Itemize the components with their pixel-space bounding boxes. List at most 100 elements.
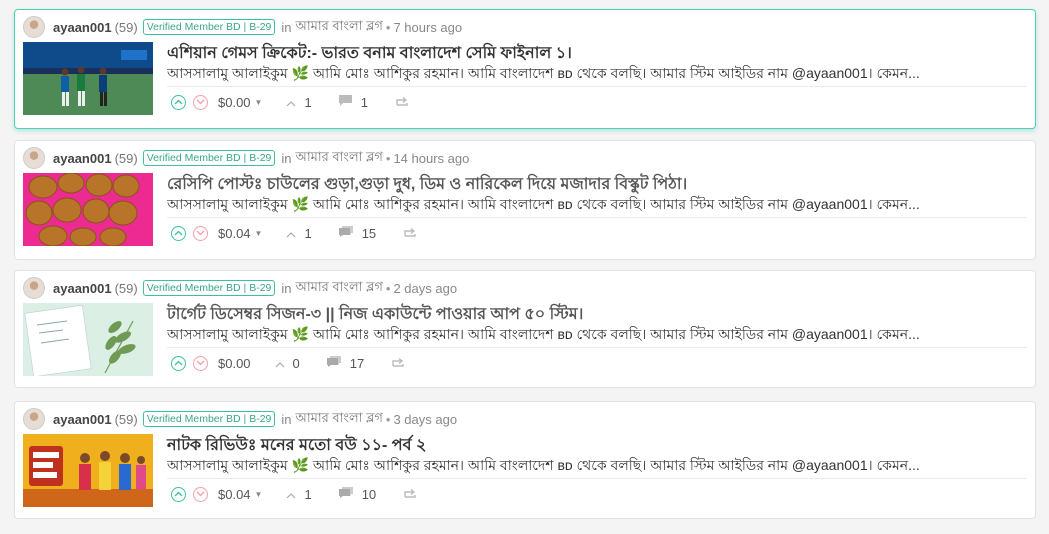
votes-chevron-icon [275, 356, 285, 371]
caret-down-icon[interactable]: ▼ [255, 98, 263, 107]
avatar[interactable] [23, 147, 45, 169]
post-footer: $0.04 ▼ 1 10 [171, 484, 417, 504]
separator-dot: • [385, 150, 391, 166]
downvote-button[interactable] [193, 486, 208, 502]
comment-count[interactable]: 10 [362, 487, 376, 502]
avatar[interactable] [23, 408, 45, 430]
payout-value[interactable]: $0.00 [218, 356, 251, 371]
post-thumbnail[interactable] [23, 303, 153, 376]
post-header: ayaan001 (59) Verified Member BD | B-29 … [23, 146, 469, 170]
comments-icon[interactable] [338, 486, 354, 502]
post-timestamp[interactable]: 7 hours ago [393, 20, 462, 35]
author-reputation: (59) [114, 150, 138, 166]
separator-dot: • [385, 411, 391, 427]
votes-chevron-icon [286, 95, 296, 110]
post-timestamp[interactable]: 3 days ago [393, 412, 457, 427]
caret-down-icon[interactable]: ▼ [255, 229, 263, 238]
community-link[interactable]: আমার বাংলা ব্লগ [296, 409, 383, 430]
chevron-down-icon [196, 360, 205, 366]
payout-value[interactable]: $0.00 [218, 95, 251, 110]
post-footer: $0.00 0 17 [171, 353, 405, 373]
vote-count[interactable]: 0 [293, 356, 300, 371]
chevron-down-icon [196, 99, 205, 105]
upvote-button[interactable] [171, 94, 186, 110]
chevron-down-icon [196, 230, 205, 236]
reblog-icon[interactable] [403, 487, 417, 502]
author-link[interactable]: ayaan001 [53, 20, 112, 35]
comment-count[interactable]: 17 [350, 356, 364, 371]
reblog-icon[interactable] [395, 95, 409, 110]
author-reputation: (59) [114, 280, 138, 296]
vote-count[interactable]: 1 [304, 95, 311, 110]
chevron-up-icon [174, 99, 183, 105]
upvote-button[interactable] [171, 355, 186, 371]
comments-icon[interactable] [338, 225, 354, 241]
reblog-icon[interactable] [403, 226, 417, 241]
downvote-button[interactable] [193, 225, 208, 241]
comment-count[interactable]: 15 [362, 226, 376, 241]
member-badge: Verified Member BD | B-29 [142, 280, 276, 296]
divider [167, 478, 1027, 479]
downvote-button[interactable] [193, 355, 208, 371]
votes-chevron-icon [286, 487, 296, 502]
post-excerpt[interactable]: আসসালামু আলাইকুম 🌿 আমি মোঃ আশিকুর রহমান।… [167, 323, 977, 347]
separator-dot: • [385, 280, 391, 296]
post-thumbnail[interactable] [23, 173, 153, 246]
in-label: in [281, 411, 292, 427]
post-timestamp[interactable]: 2 days ago [393, 281, 457, 296]
post-thumbnail[interactable] [23, 42, 153, 115]
community-link[interactable]: আমার বাংলা ব্লগ [296, 148, 383, 169]
author-reputation: (59) [114, 411, 138, 427]
chevron-up-icon [174, 360, 183, 366]
caret-down-icon[interactable]: ▼ [255, 490, 263, 499]
community-link[interactable]: আমার বাংলা ব্লগ [296, 17, 383, 38]
comments-icon[interactable] [326, 355, 342, 371]
downvote-button[interactable] [193, 94, 208, 110]
upvote-button[interactable] [171, 486, 186, 502]
chevron-up-icon [174, 491, 183, 497]
post-timestamp[interactable]: 14 hours ago [393, 151, 469, 166]
member-badge: Verified Member BD | B-29 [142, 150, 276, 166]
chevron-down-icon [196, 491, 205, 497]
post-thumbnail[interactable] [23, 434, 153, 507]
post-header: ayaan001 (59) Verified Member BD | B-29 … [23, 15, 462, 39]
post-header: ayaan001 (59) Verified Member BD | B-29 … [23, 407, 457, 431]
member-badge: Verified Member BD | B-29 [142, 19, 276, 35]
upvote-button[interactable] [171, 225, 186, 241]
in-label: in [281, 150, 292, 166]
post-excerpt[interactable]: আসসালামু আলাইকুম 🌿 আমি মোঃ আশিকুর রহমান।… [167, 454, 977, 478]
post-excerpt[interactable]: আসসালামু আলাইকুম 🌿 আমি মোঃ আশিকুর রহমান।… [167, 193, 977, 217]
author-reputation: (59) [114, 19, 138, 35]
post-card[interactable]: ayaan001 (59) Verified Member BD | B-29 … [14, 401, 1036, 519]
post-card[interactable]: ayaan001 (59) Verified Member BD | B-29 … [14, 270, 1036, 388]
payout-value[interactable]: $0.04 [218, 226, 251, 241]
divider [167, 217, 1027, 218]
vote-count[interactable]: 1 [304, 487, 311, 502]
avatar[interactable] [23, 277, 45, 299]
divider [167, 86, 1027, 87]
comment-count[interactable]: 1 [361, 95, 368, 110]
post-card[interactable]: ayaan001 (59) Verified Member BD | B-29 … [14, 9, 1036, 129]
avatar[interactable] [23, 16, 45, 38]
separator-dot: • [385, 19, 391, 35]
comment-icon[interactable] [338, 94, 353, 110]
chevron-up-icon [174, 230, 183, 236]
post-header: ayaan001 (59) Verified Member BD | B-29 … [23, 276, 457, 300]
in-label: in [281, 280, 292, 296]
author-link[interactable]: ayaan001 [53, 151, 112, 166]
post-footer: $0.00 ▼ 1 1 [171, 92, 409, 112]
vote-count[interactable]: 1 [304, 226, 311, 241]
divider [167, 347, 1027, 348]
post-footer: $0.04 ▼ 1 15 [171, 223, 417, 243]
community-link[interactable]: আমার বাংলা ব্লগ [296, 278, 383, 299]
votes-chevron-icon [286, 226, 296, 241]
post-card[interactable]: ayaan001 (59) Verified Member BD | B-29 … [14, 140, 1036, 260]
payout-value[interactable]: $0.04 [218, 487, 251, 502]
author-link[interactable]: ayaan001 [53, 281, 112, 296]
post-feed: ayaan001 (59) Verified Member BD | B-29 … [0, 0, 1049, 534]
post-excerpt[interactable]: আসসালামু আলাইকুম 🌿 আমি মোঃ আশিকুর রহমান।… [167, 62, 977, 86]
member-badge: Verified Member BD | B-29 [142, 411, 276, 427]
in-label: in [281, 19, 292, 35]
author-link[interactable]: ayaan001 [53, 412, 112, 427]
reblog-icon[interactable] [391, 356, 405, 371]
